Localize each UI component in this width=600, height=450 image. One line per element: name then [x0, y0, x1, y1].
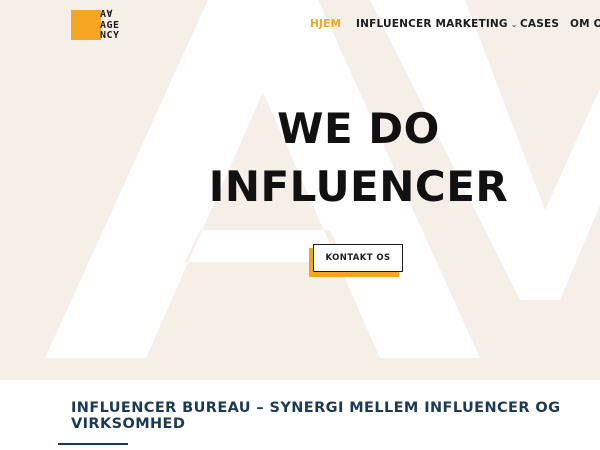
- logo-line: NCY: [100, 30, 120, 41]
- nav-item-label: INFLUENCER MARKETING: [356, 18, 508, 30]
- headline-line: WE DO: [277, 104, 440, 153]
- hero-headline: WE DO INFLUENCER: [0, 100, 600, 216]
- hero-section: A∀ AGE NCY HJEM INFLUENCER MARKETING ⌄ CA…: [0, 0, 600, 380]
- logo-line: AGE: [100, 19, 120, 31]
- nav-item-cases[interactable]: CASES: [520, 18, 559, 30]
- title-underline: [58, 443, 128, 445]
- chevron-down-icon: ⌄: [510, 20, 518, 29]
- kontakt-os-button[interactable]: KONTAKT OS: [313, 244, 403, 272]
- logo-line: A∀: [100, 9, 114, 20]
- nav-item-hjem[interactable]: HJEM: [310, 18, 341, 30]
- nav-item-influencer-marketing[interactable]: INFLUENCER MARKETING ⌄: [356, 18, 518, 30]
- logo-wordmark: A∀ AGE NCY: [100, 9, 120, 42]
- brand-logo[interactable]: A∀ AGE NCY: [71, 9, 133, 42]
- cta-wrapper: KONTAKT OS: [309, 244, 405, 277]
- logo-square-mark: [71, 10, 101, 40]
- nav-item-om-os[interactable]: OM O: [570, 18, 600, 30]
- section-title: INFLUENCER BUREAU – SYNERGI MELLEM INFLU…: [71, 400, 561, 432]
- headline-line: INFLUENCER: [208, 162, 509, 211]
